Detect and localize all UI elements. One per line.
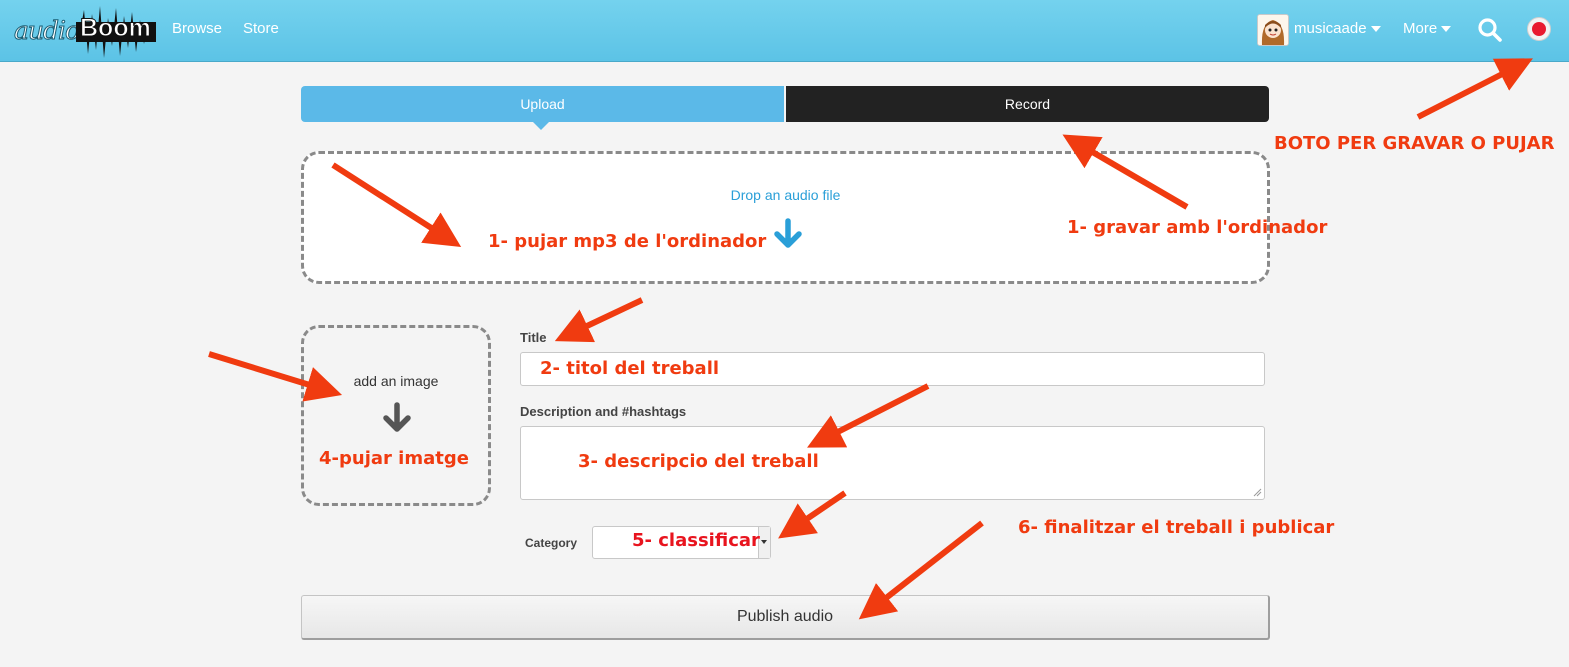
user-menu[interactable]: musicaade — [1294, 20, 1381, 37]
logo-text-boom: Boom — [80, 14, 152, 43]
annotation-arrows — [208, 58, 1533, 620]
tab-upload[interactable]: Upload — [301, 86, 784, 130]
category-select[interactable] — [592, 526, 771, 559]
top-navigation-bar: audio Boom Browse Store musicaade More — [0, 0, 1569, 62]
search-icon[interactable] — [1477, 17, 1503, 43]
avatar-icon[interactable] — [1257, 14, 1289, 46]
chevron-down-icon — [1370, 26, 1381, 33]
description-label: Description and #hashtags — [520, 404, 687, 419]
chevron-down-icon — [758, 527, 770, 558]
user-name-label: musicaade — [1294, 20, 1367, 37]
description-textarea[interactable] — [520, 426, 1265, 500]
audioboom-logo[interactable]: audio Boom — [12, 2, 157, 60]
arrow-down-icon — [383, 402, 411, 432]
image-drop-zone[interactable]: add an image — [301, 325, 491, 506]
title-label: Title — [520, 330, 547, 345]
more-menu[interactable]: More — [1403, 20, 1452, 37]
annotation-record-upload-button: BOTO PER GRAVAR O PUJAR — [1274, 133, 1555, 154]
title-input[interactable] — [520, 352, 1265, 386]
drop-audio-label: Drop an audio file — [730, 187, 841, 203]
nav-browse-link[interactable]: Browse — [172, 20, 222, 37]
arrow-down-icon — [774, 218, 802, 248]
logo-text-audio: audio — [13, 16, 80, 46]
add-image-label: add an image — [353, 373, 439, 389]
resize-grip-icon[interactable] — [1252, 487, 1262, 497]
avatar-image — [1258, 15, 1288, 45]
annotation-publish: 6- finalitzar el treball i publicar — [1018, 517, 1335, 538]
nav-store-link[interactable]: Store — [243, 20, 279, 37]
chevron-down-icon — [1441, 26, 1452, 33]
audio-drop-zone[interactable]: Drop an audio file — [301, 151, 1270, 284]
tab-record[interactable]: Record — [786, 86, 1269, 122]
publish-audio-button[interactable]: Publish audio — [301, 595, 1270, 640]
more-menu-label: More — [1403, 20, 1438, 37]
record-icon[interactable] — [1527, 17, 1551, 41]
category-label: Category — [525, 536, 578, 550]
